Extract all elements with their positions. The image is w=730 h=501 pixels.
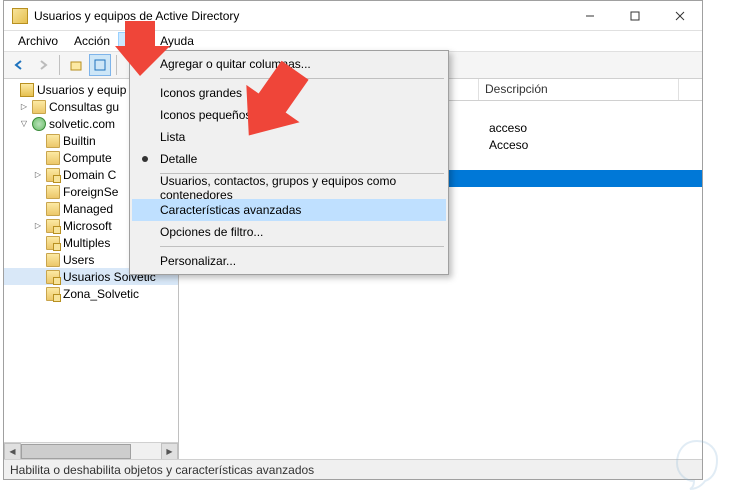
- menu-item-label: Características avanzadas: [160, 203, 301, 217]
- menu-acción[interactable]: Acción: [66, 32, 118, 50]
- list-cell: acceso: [483, 121, 683, 135]
- watermark-icon: [672, 436, 722, 491]
- folder-icon: [46, 185, 60, 199]
- tree-item-label: ForeignSe: [63, 185, 118, 199]
- expander-icon[interactable]: ▷: [18, 101, 30, 113]
- annotation-arrow-1: [115, 16, 175, 86]
- toolbar-separator: [59, 55, 60, 75]
- expander-icon: [32, 135, 44, 147]
- menu-item[interactable]: Características avanzadas: [132, 199, 446, 221]
- up-button[interactable]: [65, 54, 87, 76]
- domain-icon: [32, 117, 46, 131]
- back-button[interactable]: [8, 54, 30, 76]
- expander-icon: [32, 288, 44, 300]
- expander-icon[interactable]: ▽: [18, 118, 30, 130]
- ou-icon: [46, 219, 60, 233]
- tree-item-label: Domain C: [63, 168, 116, 182]
- menu-item-label: Iconos grandes: [160, 86, 242, 100]
- expander-icon: [32, 254, 44, 266]
- tree-item-label: Managed: [63, 202, 113, 216]
- menu-item[interactable]: Opciones de filtro...: [132, 221, 446, 243]
- scroll-track[interactable]: [21, 443, 161, 460]
- app-icon: [12, 8, 28, 24]
- folder-icon: [46, 134, 60, 148]
- scroll-left-button[interactable]: ◀: [4, 443, 21, 460]
- expander-icon: [6, 84, 18, 96]
- folder-icon: [46, 202, 60, 216]
- tree-item-label: Microsoft: [63, 219, 112, 233]
- window-title: Usuarios y equipos de Active Directory: [34, 9, 567, 23]
- column-header[interactable]: Descripción: [479, 79, 679, 100]
- minimize-button[interactable]: [567, 1, 612, 30]
- menu-item-label: Opciones de filtro...: [160, 225, 263, 239]
- ou-icon: [46, 236, 60, 250]
- expander-icon: [32, 237, 44, 249]
- folder-icon: [32, 100, 46, 114]
- console-icon: [20, 83, 34, 97]
- tree-item-label: Consultas gu: [49, 100, 119, 114]
- bullet-icon: [142, 156, 148, 162]
- tree-item[interactable]: Zona_Solvetic: [4, 285, 178, 302]
- ou-icon: [46, 287, 60, 301]
- ou-icon: [46, 270, 60, 284]
- menu-archivo[interactable]: Archivo: [10, 32, 66, 50]
- expander-icon[interactable]: ▷: [32, 220, 44, 232]
- tree-item-label: Usuarios y equip: [37, 83, 126, 97]
- titlebar: Usuarios y equipos de Active Directory: [4, 1, 702, 31]
- list-cell: Acceso: [483, 138, 683, 152]
- expander-icon: [32, 186, 44, 198]
- ou-icon: [46, 168, 60, 182]
- maximize-button[interactable]: [612, 1, 657, 30]
- menu-separator: [160, 246, 444, 247]
- properties-button[interactable]: [89, 54, 111, 76]
- tree-item-label: solvetic.com: [49, 117, 115, 131]
- tree-item-label: Users: [63, 253, 94, 267]
- menu-item-label: Detalle: [160, 152, 197, 166]
- menu-item[interactable]: Usuarios, contactos, grupos y equipos co…: [132, 177, 446, 199]
- status-text: Habilita o deshabilita objetos y caracte…: [10, 463, 314, 477]
- tree-item-label: Compute: [63, 151, 112, 165]
- folder-icon: [46, 151, 60, 165]
- folder-icon: [46, 253, 60, 267]
- expander-icon: [32, 271, 44, 283]
- tree-item-label: Multiples: [63, 236, 110, 250]
- expander-icon: [32, 152, 44, 164]
- menu-item[interactable]: Personalizar...: [132, 250, 446, 272]
- menu-item-label: Personalizar...: [160, 254, 236, 268]
- close-button[interactable]: [657, 1, 702, 30]
- expander-icon: [32, 203, 44, 215]
- menu-item[interactable]: Detalle: [132, 148, 446, 170]
- menu-item-label: Lista: [160, 130, 185, 144]
- tree-h-scrollbar[interactable]: ◀ ▶: [4, 442, 178, 459]
- tree-item-label: Zona_Solvetic: [63, 287, 139, 301]
- tree-item-label: Builtin: [63, 134, 96, 148]
- scroll-right-button[interactable]: ▶: [161, 443, 178, 460]
- statusbar: Habilita o deshabilita objetos y caracte…: [4, 459, 702, 479]
- menu-item-label: Usuarios, contactos, grupos y equipos co…: [160, 174, 446, 202]
- forward-button[interactable]: [32, 54, 54, 76]
- scroll-thumb[interactable]: [21, 444, 131, 459]
- expander-icon[interactable]: ▷: [32, 169, 44, 181]
- menubar: ArchivoAcciónVerAyuda: [4, 31, 702, 51]
